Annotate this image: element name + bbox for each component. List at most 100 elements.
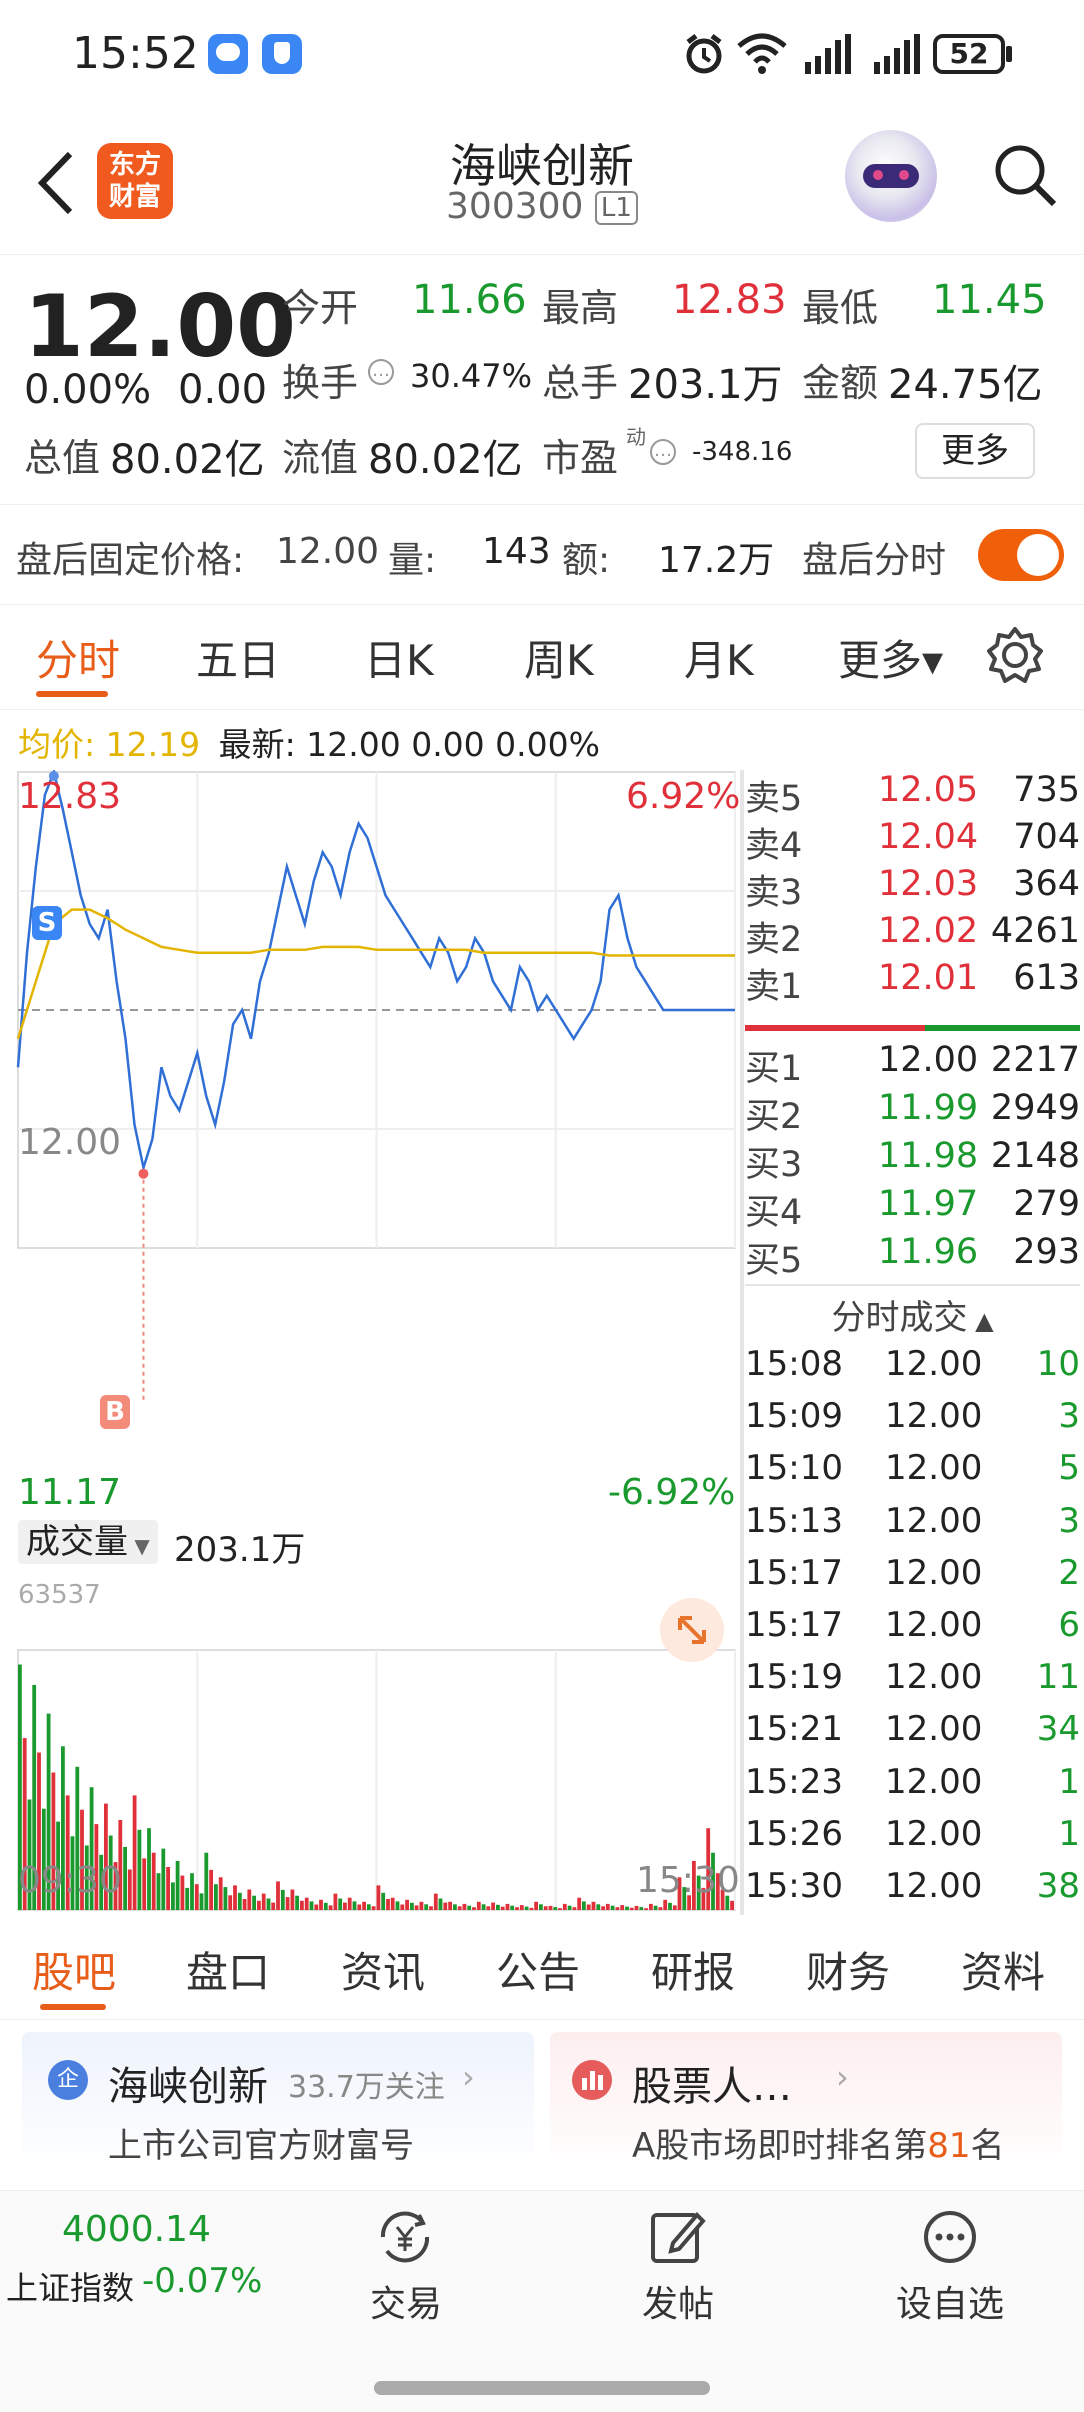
trade-row: 15:30 12.00 38 — [745, 1866, 1080, 1918]
company-card-title: 海峡创新 — [108, 2064, 268, 2110]
volume-bar — [529, 1907, 534, 1910]
tab-pankou[interactable]: 盘口 — [186, 1939, 270, 2000]
sell-marker[interactable]: S — [32, 906, 62, 940]
settings-gear-icon[interactable] — [985, 625, 1045, 685]
volume-bar — [658, 1907, 663, 1910]
ask-row[interactable]: 卖1 12.01 613 — [745, 958, 1080, 1007]
volume-bar — [290, 1889, 295, 1910]
pe-value: -348.16 — [692, 437, 793, 467]
trade-row: 15:19 12.00 11 — [745, 1657, 1080, 1709]
tab-research[interactable]: 研报 — [651, 1939, 735, 2000]
home-indicator[interactable] — [374, 2381, 710, 2395]
trade-volume: 3 — [1058, 1500, 1080, 1541]
volume-bar — [572, 1907, 577, 1910]
tab-weekly-k[interactable]: 周K — [524, 627, 594, 688]
company-card[interactable]: 企 海峡创新 33.7万关注 › 上市公司官方财富号 — [22, 2032, 534, 2172]
search-icon[interactable] — [990, 140, 1060, 210]
volume-bar — [620, 1905, 625, 1910]
ask-price: 12.04 — [878, 817, 979, 857]
volume-selector-label: 成交量 — [26, 1522, 128, 1562]
chart-divider — [740, 770, 744, 1915]
volume-bar — [615, 1907, 620, 1910]
status-time: 15:52 — [72, 28, 199, 79]
trade-yen-icon — [380, 2211, 430, 2263]
volume-bar — [481, 1904, 486, 1910]
volume-bar — [524, 1906, 529, 1910]
ranking-chart-icon — [572, 2060, 612, 2100]
add-watchlist-button[interactable]: 设自选 — [880, 2203, 1020, 2333]
chat-notification-icon — [208, 34, 248, 74]
volume-bar — [371, 1906, 376, 1910]
trades-title[interactable]: 分时成交 ▲ — [745, 1290, 1080, 1339]
volume-label: 总手 — [542, 361, 619, 405]
bid-row[interactable]: 买4 11.97 279 — [745, 1184, 1080, 1233]
ask-row[interactable]: 卖5 12.05 735 — [745, 770, 1080, 819]
index-widget[interactable]: 4000.14 上证指数 -0.07% — [0, 2191, 270, 2331]
volume-bar — [448, 1901, 452, 1910]
chart-area: 均价: 12.19 最新: 12.00 0.00 0.00% 12.83 6.9… — [0, 710, 1084, 1915]
volume-bar — [218, 1877, 223, 1910]
trade-row: 15:17 12.00 2 — [745, 1553, 1080, 1605]
volume-bar — [295, 1895, 299, 1910]
pe-label: 市盈 — [542, 436, 619, 480]
ask-volume: 735 — [1013, 770, 1080, 810]
volume-bar — [562, 1903, 567, 1910]
volume-bar — [271, 1902, 276, 1910]
trade-volume: 2 — [1058, 1552, 1080, 1593]
volume-bar — [644, 1908, 648, 1910]
bid-row[interactable]: 买5 11.96 293 — [745, 1232, 1080, 1281]
chevron-right-icon-2: › — [836, 2058, 849, 2096]
volume-bar — [424, 1904, 429, 1910]
volume-bar — [472, 1907, 476, 1910]
chart-low-pct: -6.92% — [608, 1472, 736, 1513]
trade-time: 15:10 — [745, 1448, 843, 1489]
bid-row[interactable]: 买1 12.00 2217 — [745, 1040, 1080, 1089]
trade-button[interactable]: 交易 — [350, 2203, 460, 2333]
volume-bar — [496, 1904, 500, 1910]
bid-level: 买2 — [745, 1097, 803, 1137]
robot-assistant-icon[interactable] — [845, 130, 937, 222]
volume-bar — [190, 1873, 194, 1910]
tab-daily-k[interactable]: 日K — [364, 627, 434, 688]
tab-intraday[interactable]: 分时 — [36, 627, 120, 688]
tab-news[interactable]: 资讯 — [341, 1939, 425, 2000]
tab-profile[interactable]: 资料 — [961, 1939, 1045, 2000]
tab-five-day[interactable]: 五日 — [196, 627, 280, 688]
trade-row: 15:10 12.00 5 — [745, 1448, 1080, 1500]
volume-selector[interactable]: 成交量 ▼ — [18, 1520, 158, 1564]
tab-more[interactable]: 更多▾ — [838, 627, 943, 688]
volume-bar — [591, 1901, 596, 1910]
tab-announcements[interactable]: 公告 — [496, 1939, 580, 2000]
pe-info-icon[interactable]: … — [650, 439, 676, 465]
tab-finance[interactable]: 财务 — [806, 1939, 890, 2000]
buy-marker[interactable]: B — [100, 1395, 130, 1429]
ask-row[interactable]: 卖4 12.04 704 — [745, 817, 1080, 866]
bid-level: 买3 — [745, 1145, 803, 1185]
info-icon[interactable]: … — [368, 359, 394, 385]
more-button[interactable]: 更多 — [915, 423, 1035, 479]
current-price: 12.00 — [24, 277, 297, 377]
intraday-chart[interactable] — [0, 770, 740, 1915]
bid-row[interactable]: 买3 11.98 2148 — [745, 1136, 1080, 1185]
bid-price: 11.98 — [878, 1136, 979, 1176]
volume-bar — [582, 1901, 586, 1910]
trade-volume: 11 — [1036, 1657, 1080, 1698]
after-hours-toggle[interactable] — [978, 529, 1064, 581]
tab-guba[interactable]: 股吧 — [32, 1939, 116, 2000]
expand-chart-icon[interactable] — [660, 1598, 724, 1662]
low-value: 11.45 — [932, 277, 1047, 323]
tab-monthly-k[interactable]: 月K — [684, 627, 754, 688]
ask-row[interactable]: 卖3 12.03 364 — [745, 864, 1080, 913]
volume-bar — [539, 1904, 543, 1910]
ask-row[interactable]: 卖2 12.02 4261 — [745, 911, 1080, 960]
ranking-desc-a: A股市场即时排名第 — [632, 2126, 928, 2166]
stock-code: 300300 — [446, 186, 584, 227]
battery-level: 52 — [949, 37, 989, 70]
quote-summary: 12.00 0.00% 0.00 今开 11.66 最高 12.83 最低 11… — [0, 255, 1084, 505]
level-badge: L1 — [594, 191, 638, 225]
bid-row[interactable]: 买2 11.99 2949 — [745, 1088, 1080, 1137]
volume-bar — [304, 1897, 309, 1910]
post-button[interactable]: 发帖 — [622, 2203, 732, 2333]
ranking-card[interactable]: 股票人… › A股市场即时排名第81名 — [550, 2032, 1062, 2172]
volume-bar — [223, 1887, 228, 1910]
